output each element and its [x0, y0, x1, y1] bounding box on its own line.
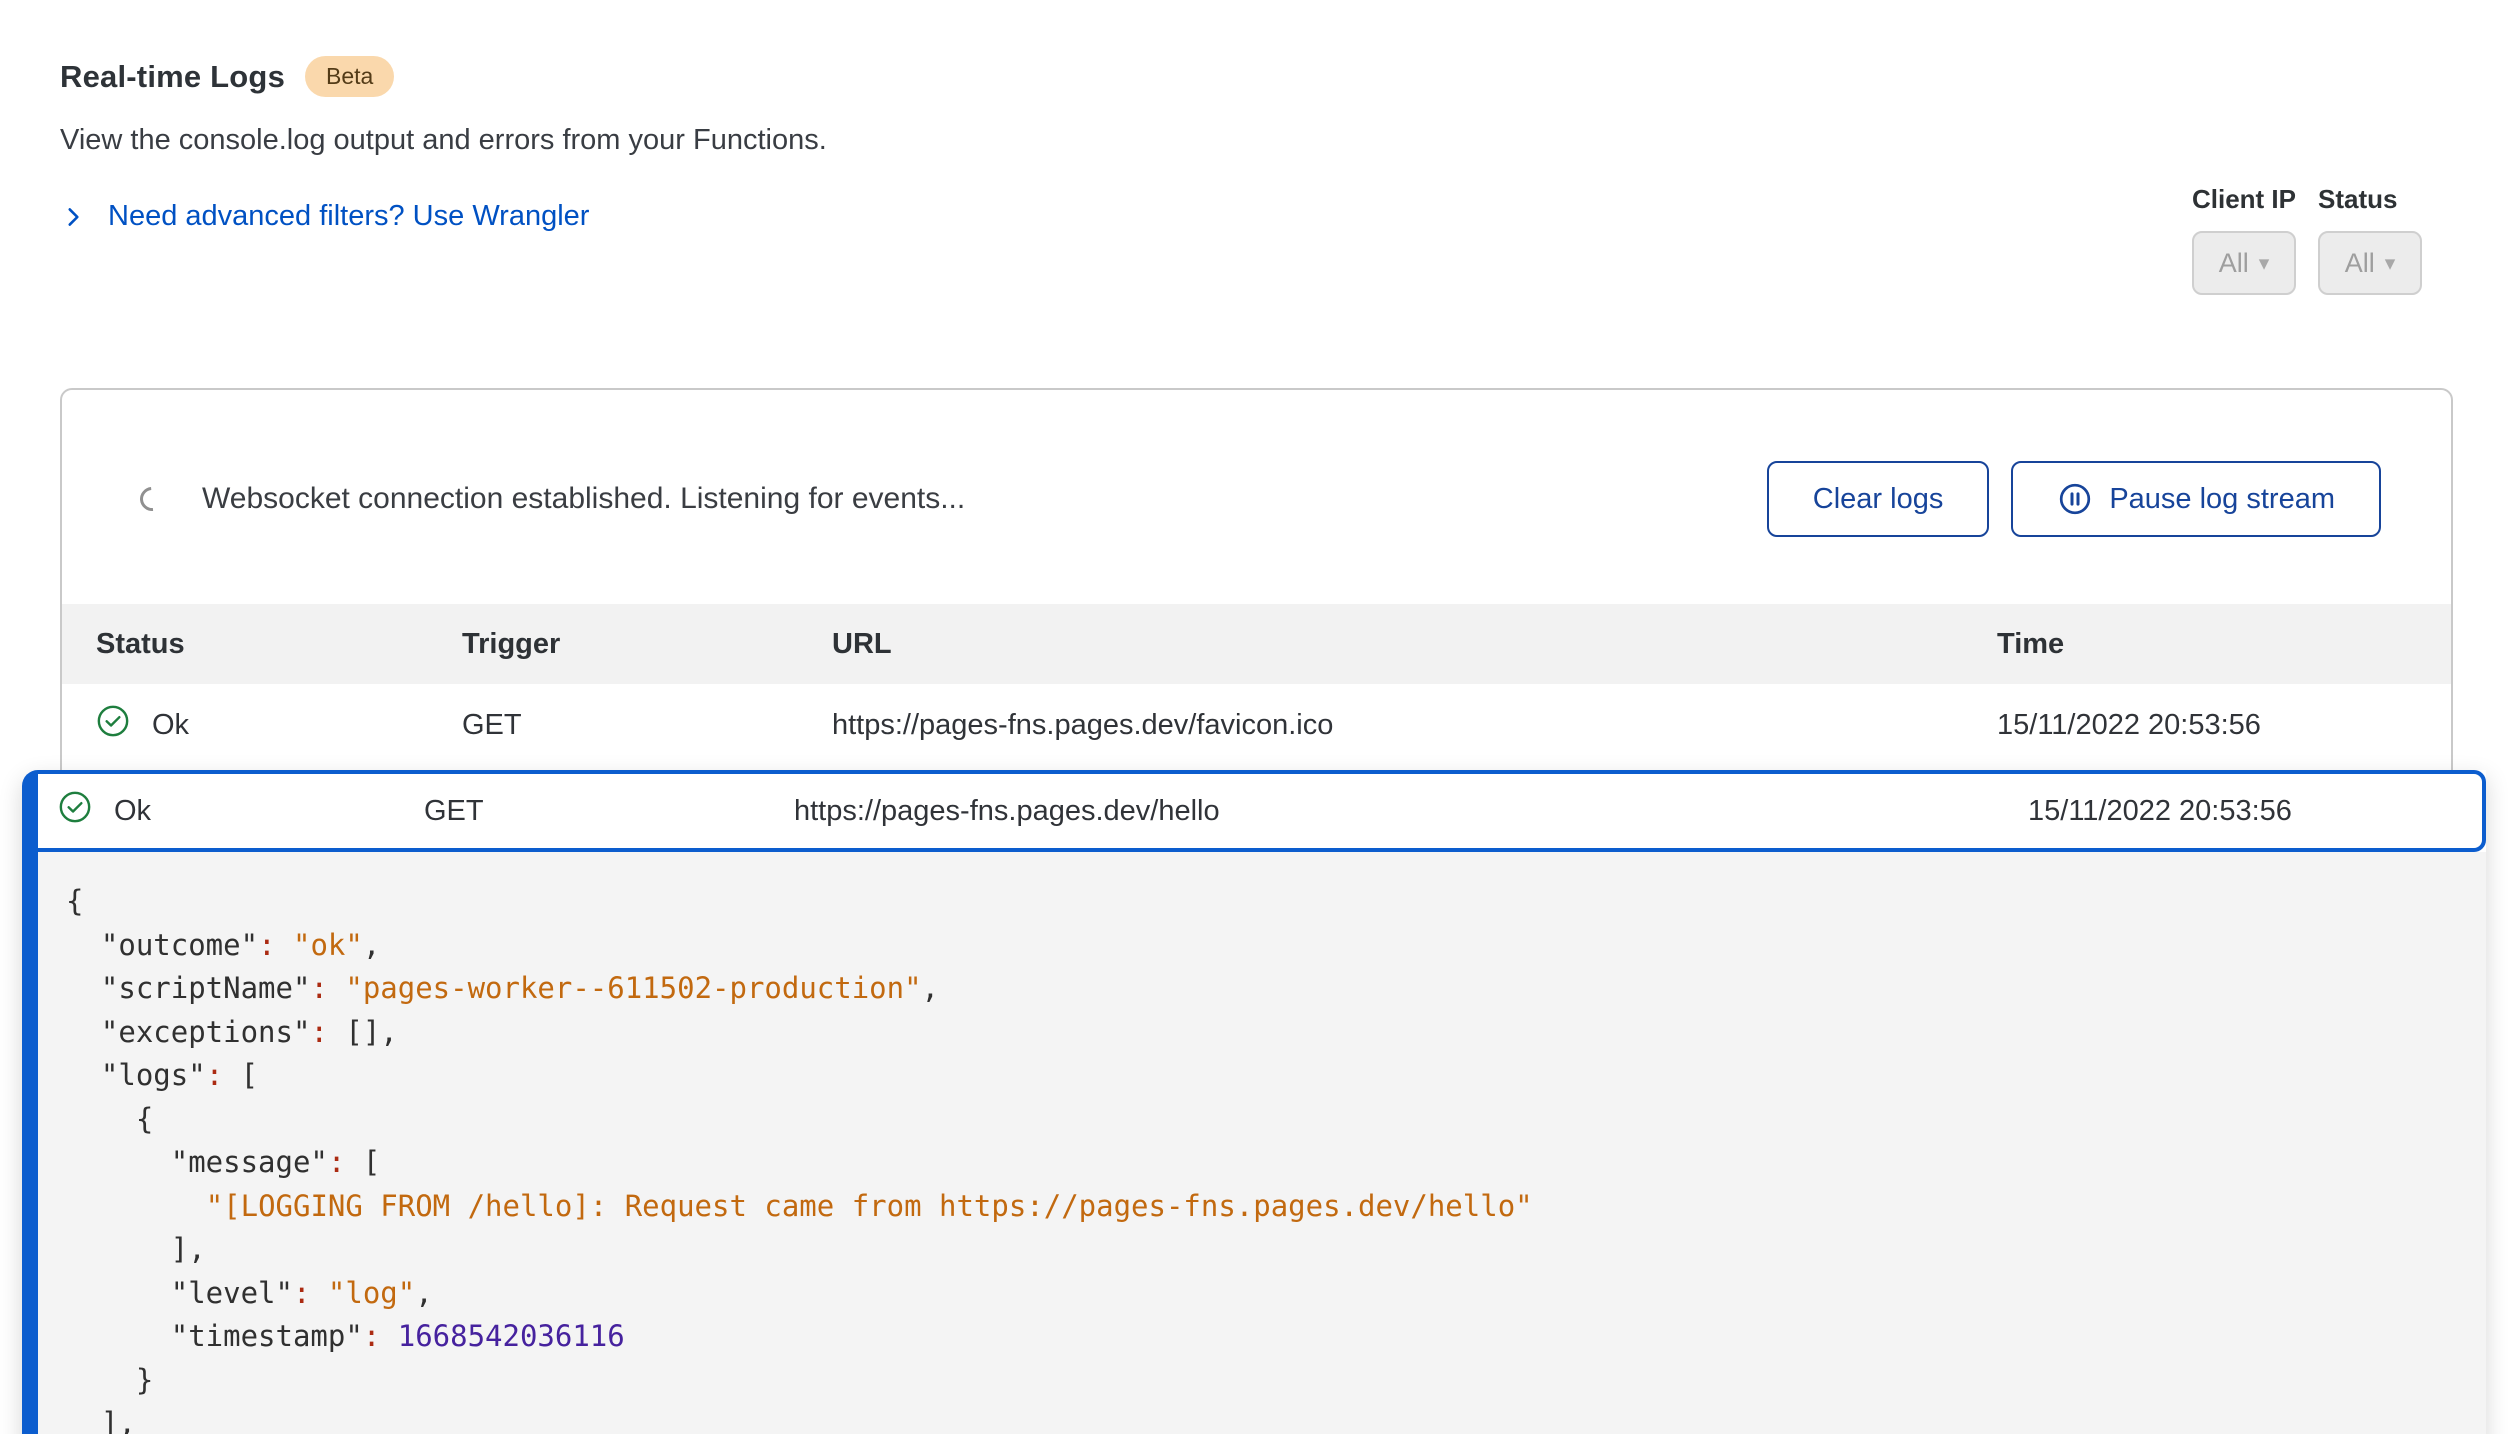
log-filters: Client IP All ▾ Status All ▾ [2192, 184, 2422, 295]
status-filter-label: Status [2318, 184, 2397, 215]
websocket-status-bar: Websocket connection established. Listen… [62, 390, 2451, 604]
beta-badge: Beta [305, 56, 394, 97]
row-url: https://pages-fns.pages.dev/hello [794, 795, 2028, 828]
page-subtitle: View the console.log output and errors f… [60, 124, 2448, 157]
caret-down-icon: ▾ [2259, 253, 2270, 274]
page-header: Real-time Logs Beta View the console.log… [0, 0, 2508, 233]
expanded-log-entry: Ok GET https://pages-fns.pages.dev/hello… [22, 770, 2486, 1434]
status-filter-value: All [2345, 248, 2375, 279]
row-time: 15/11/2022 20:53:56 [1997, 709, 2417, 742]
check-circle-icon [58, 790, 92, 832]
row-time: 15/11/2022 20:53:56 [2028, 795, 2448, 828]
column-header-status: Status [96, 628, 462, 661]
row-status: Ok [114, 795, 151, 828]
pause-circle-icon [2057, 481, 2093, 517]
page-title: Real-time Logs [60, 59, 285, 95]
logs-card: Websocket connection established. Listen… [60, 388, 2453, 1434]
client-ip-filter-value: All [2219, 248, 2249, 279]
column-header-url: URL [832, 628, 1997, 661]
wrangler-link-row[interactable]: Need advanced filters? Use Wrangler [60, 200, 589, 233]
row-trigger: GET [462, 709, 832, 742]
row-trigger: GET [424, 795, 794, 828]
log-detail-json-panel: { "outcome": "ok", "scriptName": "pages-… [38, 852, 2486, 1434]
log-table-row[interactable]: Ok GET https://pages-fns.pages.dev/favic… [62, 684, 2451, 766]
json-code: { "outcome": "ok", "scriptName": "pages-… [66, 880, 2446, 1434]
websocket-status-text: Websocket connection established. Listen… [202, 482, 965, 516]
status-filter-group: Status All ▾ [2318, 184, 2422, 295]
log-table-row-selected[interactable]: Ok GET https://pages-fns.pages.dev/hello… [38, 770, 2486, 852]
caret-down-icon: ▾ [2385, 253, 2396, 274]
log-table-header: Status Trigger URL Time [62, 604, 2451, 684]
clear-logs-button-label: Clear logs [1813, 483, 1944, 516]
column-header-time: Time [1997, 628, 2417, 661]
client-ip-filter-group: Client IP All ▾ [2192, 184, 2296, 295]
row-url: https://pages-fns.pages.dev/favicon.ico [832, 709, 1997, 742]
row-status: Ok [152, 709, 189, 742]
pause-log-stream-button[interactable]: Pause log stream [2011, 461, 2381, 537]
loading-spinner-icon [135, 482, 169, 516]
status-filter-dropdown[interactable]: All ▾ [2318, 231, 2422, 295]
column-header-trigger: Trigger [462, 628, 832, 661]
wrangler-link[interactable]: Need advanced filters? Use Wrangler [108, 200, 589, 233]
client-ip-filter-dropdown[interactable]: All ▾ [2192, 231, 2296, 295]
pause-log-stream-button-label: Pause log stream [2109, 483, 2335, 516]
check-circle-icon [96, 704, 130, 746]
clear-logs-button[interactable]: Clear logs [1767, 461, 1990, 537]
client-ip-filter-label: Client IP [2192, 184, 2296, 215]
chevron-right-icon [60, 204, 86, 230]
